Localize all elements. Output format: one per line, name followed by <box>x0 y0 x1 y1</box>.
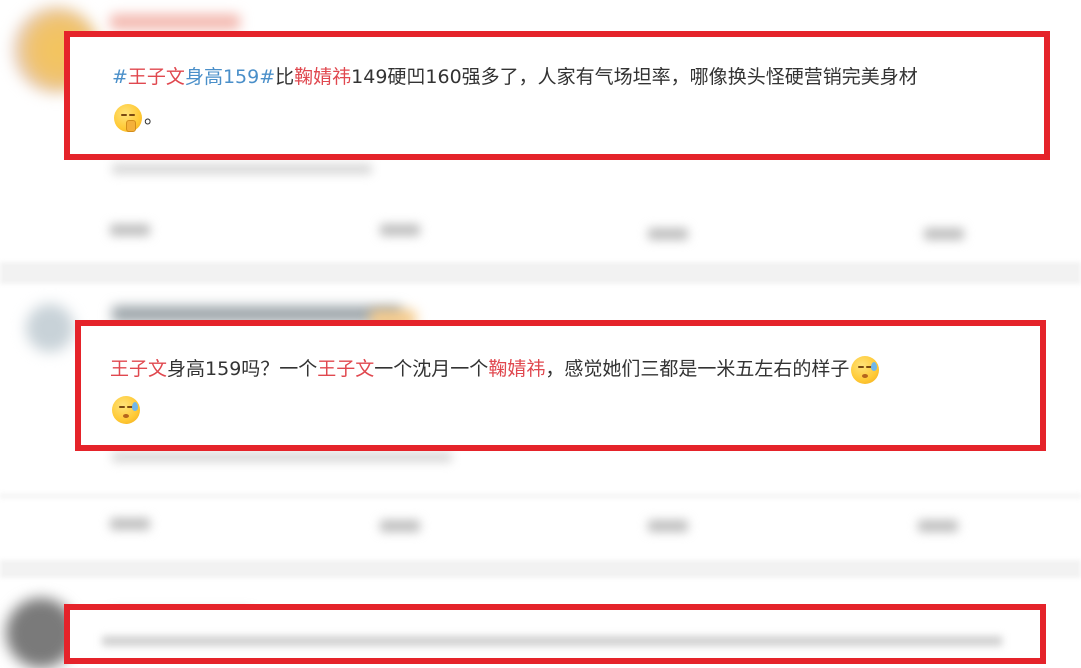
post-text: 王子文身高159吗？一个王子文一个沈月一个鞠婧祎，感觉她们三都是一米五左右的样子 <box>110 349 1020 429</box>
post-meta-blurred <box>112 164 372 174</box>
forward-action-blurred[interactable] <box>110 224 150 236</box>
post-divider <box>0 560 1081 578</box>
post-text-segment: 身高159吗？一个 <box>167 358 318 380</box>
highlight-box: 王子文身高159吗？一个王子文一个沈月一个鞠婧祎，感觉她们三都是一米五左右的样子 <box>75 320 1046 451</box>
name-mention[interactable]: 鞠婧祎 <box>294 66 351 88</box>
hashtag-rest[interactable]: 身高159# <box>185 66 275 88</box>
more-action-blurred[interactable] <box>918 520 958 532</box>
post-divider <box>0 493 1081 499</box>
post-text-blurred <box>102 636 1002 646</box>
post-text: #王子文身高159#比鞠婧祎149硬凹160强多了，人家有气场坦率，哪像换头怪硬… <box>112 57 1037 137</box>
forward-action-blurred[interactable] <box>110 518 150 530</box>
name-mention[interactable]: 王子文 <box>317 358 374 380</box>
like-action-blurred[interactable] <box>648 520 688 532</box>
post-text-segment: ，感觉她们三都是一米五左右的样子 <box>545 358 850 380</box>
shush-face-icon <box>114 103 142 132</box>
post-meta-blurred <box>112 452 452 462</box>
name-mention[interactable]: 王子文 <box>128 66 185 88</box>
post-text-segment: 比 <box>275 66 295 88</box>
username-blurred[interactable] <box>110 14 240 30</box>
name-mention[interactable]: 鞠婧祎 <box>488 358 545 380</box>
post-text-segment: 149硬凹160强多了，人家有气场坦率，哪像换头怪硬营销完美身材 <box>351 66 918 88</box>
sweat-face-icon <box>851 355 880 384</box>
hashtag-start[interactable]: # <box>112 66 128 88</box>
avatar[interactable] <box>26 304 74 352</box>
like-action-blurred[interactable] <box>648 228 688 240</box>
post-text-tail: 。 <box>144 106 164 128</box>
post-text-segment: 一个沈月一个 <box>374 358 489 380</box>
name-mention[interactable]: 王子文 <box>110 358 167 380</box>
comment-action-blurred[interactable] <box>380 520 420 532</box>
post-divider <box>0 262 1081 284</box>
highlight-box <box>64 604 1046 664</box>
comment-action-blurred[interactable] <box>380 224 420 236</box>
highlight-box: #王子文身高159#比鞠婧祎149硬凹160强多了，人家有气场坦率，哪像换头怪硬… <box>64 31 1050 160</box>
more-action-blurred[interactable] <box>924 228 964 240</box>
sweat-face-icon <box>112 395 140 424</box>
